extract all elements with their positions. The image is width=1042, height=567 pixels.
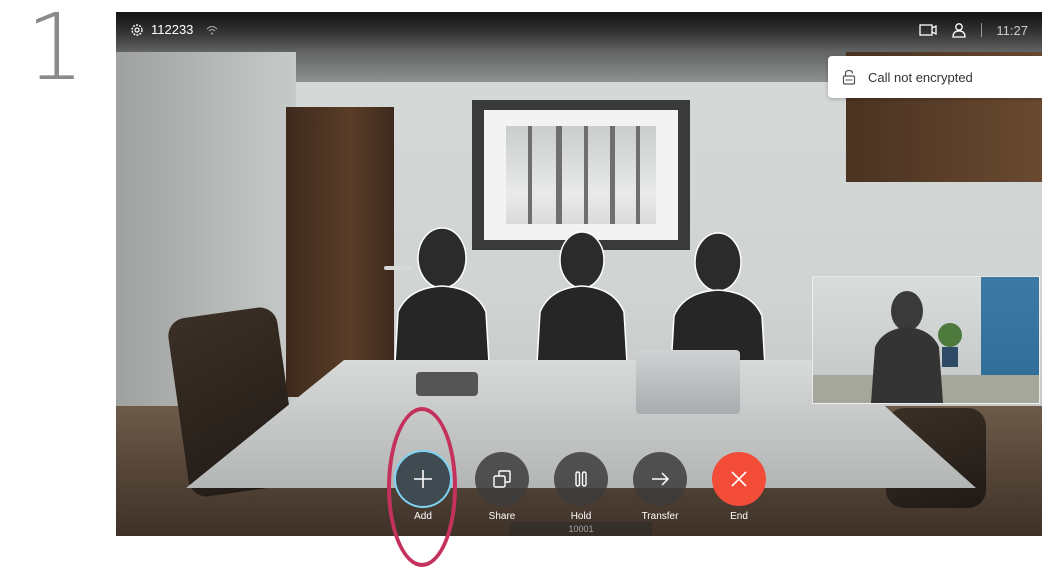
hold-control[interactable]: Hold [554,452,608,522]
system-id: 112233 [151,22,194,37]
share-control[interactable]: Share [475,452,529,522]
step-number: 1 [26,0,85,101]
person-icon[interactable] [951,22,967,38]
pause-icon [575,471,587,487]
end-label: End [730,511,748,522]
top-status-bar: 112233 11:27 [116,12,1042,52]
transfer-button[interactable] [633,452,687,506]
share-button[interactable] [475,452,529,506]
top-bar-divider [981,23,983,37]
transfer-control[interactable]: Transfer [633,452,687,522]
encryption-banner: Call not encrypted [828,56,1042,98]
close-icon [731,471,747,487]
end-control[interactable]: End [712,452,766,522]
wifi-icon [207,25,218,34]
gear-icon[interactable] [130,23,144,37]
arrow-right-icon [652,472,670,486]
laptop [636,350,740,414]
person-center [535,231,629,381]
share-icon [493,470,511,488]
end-button[interactable] [712,452,766,506]
encryption-status-text: Call not encrypted [868,69,973,85]
hold-button[interactable] [554,452,608,506]
self-view-plant [938,323,962,367]
door [286,107,394,397]
highlight-annotation [387,407,457,567]
person-left [393,227,491,381]
call-info-strip: 10001 [510,522,652,536]
wall-picture-art [506,126,656,224]
lock-open-icon [842,69,856,85]
settings-area[interactable]: 112233 [130,22,218,37]
camera-icon[interactable] [919,23,938,37]
conference-speaker [416,372,478,396]
top-right-area: 11:27 [919,22,1028,38]
video-screen: 112233 11:27 Call not encrypted Add Shar… [116,12,1042,536]
self-view[interactable] [812,276,1040,404]
clock: 11:27 [996,22,1028,38]
